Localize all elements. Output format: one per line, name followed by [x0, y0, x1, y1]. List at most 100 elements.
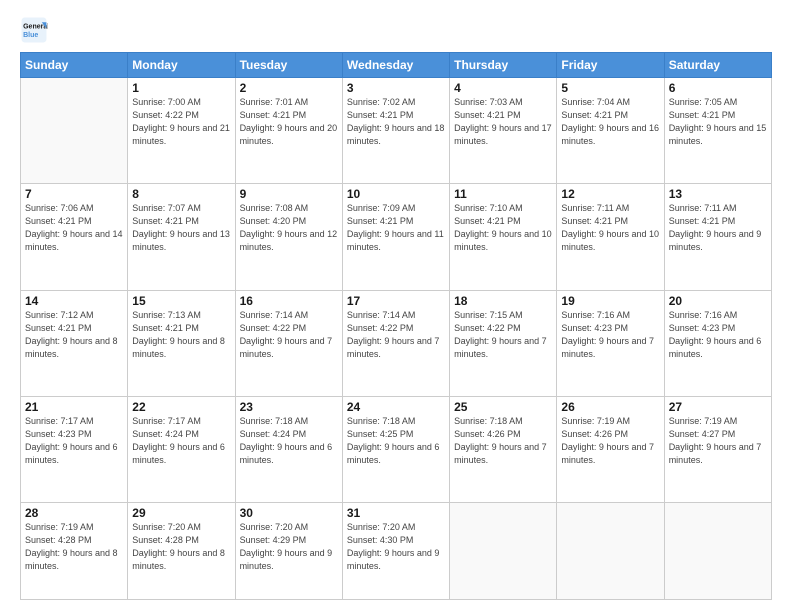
day-number: 7	[25, 187, 123, 201]
calendar-cell: 21Sunrise: 7:17 AMSunset: 4:23 PMDayligh…	[21, 396, 128, 502]
calendar-cell: 30Sunrise: 7:20 AMSunset: 4:29 PMDayligh…	[235, 503, 342, 600]
day-info: Sunrise: 7:19 AMSunset: 4:28 PMDaylight:…	[25, 521, 123, 573]
day-info: Sunrise: 7:02 AMSunset: 4:21 PMDaylight:…	[347, 96, 445, 148]
calendar-cell: 19Sunrise: 7:16 AMSunset: 4:23 PMDayligh…	[557, 290, 664, 396]
weekday-header: Sunday	[21, 53, 128, 78]
logo: General Blue	[20, 16, 48, 44]
calendar-week-row: 21Sunrise: 7:17 AMSunset: 4:23 PMDayligh…	[21, 396, 772, 502]
day-info: Sunrise: 7:16 AMSunset: 4:23 PMDaylight:…	[669, 309, 767, 361]
svg-text:Blue: Blue	[23, 32, 38, 39]
day-number: 8	[132, 187, 230, 201]
calendar-cell: 24Sunrise: 7:18 AMSunset: 4:25 PMDayligh…	[342, 396, 449, 502]
calendar-cell: 17Sunrise: 7:14 AMSunset: 4:22 PMDayligh…	[342, 290, 449, 396]
day-number: 22	[132, 400, 230, 414]
day-number: 18	[454, 294, 552, 308]
calendar-cell: 23Sunrise: 7:18 AMSunset: 4:24 PMDayligh…	[235, 396, 342, 502]
calendar-cell: 20Sunrise: 7:16 AMSunset: 4:23 PMDayligh…	[664, 290, 771, 396]
weekday-header: Saturday	[664, 53, 771, 78]
day-info: Sunrise: 7:06 AMSunset: 4:21 PMDaylight:…	[25, 202, 123, 254]
day-number: 19	[561, 294, 659, 308]
day-number: 15	[132, 294, 230, 308]
weekday-header: Monday	[128, 53, 235, 78]
day-info: Sunrise: 7:09 AMSunset: 4:21 PMDaylight:…	[347, 202, 445, 254]
weekday-header: Tuesday	[235, 53, 342, 78]
day-info: Sunrise: 7:08 AMSunset: 4:20 PMDaylight:…	[240, 202, 338, 254]
day-info: Sunrise: 7:03 AMSunset: 4:21 PMDaylight:…	[454, 96, 552, 148]
calendar-cell: 4Sunrise: 7:03 AMSunset: 4:21 PMDaylight…	[450, 78, 557, 184]
day-info: Sunrise: 7:20 AMSunset: 4:29 PMDaylight:…	[240, 521, 338, 573]
day-number: 20	[669, 294, 767, 308]
calendar-cell	[450, 503, 557, 600]
day-info: Sunrise: 7:18 AMSunset: 4:26 PMDaylight:…	[454, 415, 552, 467]
day-number: 11	[454, 187, 552, 201]
day-number: 25	[454, 400, 552, 414]
day-info: Sunrise: 7:07 AMSunset: 4:21 PMDaylight:…	[132, 202, 230, 254]
calendar-cell: 25Sunrise: 7:18 AMSunset: 4:26 PMDayligh…	[450, 396, 557, 502]
day-number: 17	[347, 294, 445, 308]
day-info: Sunrise: 7:18 AMSunset: 4:25 PMDaylight:…	[347, 415, 445, 467]
day-info: Sunrise: 7:19 AMSunset: 4:26 PMDaylight:…	[561, 415, 659, 467]
day-number: 26	[561, 400, 659, 414]
calendar-cell: 18Sunrise: 7:15 AMSunset: 4:22 PMDayligh…	[450, 290, 557, 396]
weekday-header: Friday	[557, 53, 664, 78]
calendar-cell	[21, 78, 128, 184]
calendar-cell	[557, 503, 664, 600]
day-info: Sunrise: 7:14 AMSunset: 4:22 PMDaylight:…	[240, 309, 338, 361]
day-number: 29	[132, 506, 230, 520]
day-info: Sunrise: 7:16 AMSunset: 4:23 PMDaylight:…	[561, 309, 659, 361]
day-number: 31	[347, 506, 445, 520]
calendar-week-row: 28Sunrise: 7:19 AMSunset: 4:28 PMDayligh…	[21, 503, 772, 600]
logo-icon: General Blue	[20, 16, 48, 44]
weekday-header: Wednesday	[342, 53, 449, 78]
day-info: Sunrise: 7:14 AMSunset: 4:22 PMDaylight:…	[347, 309, 445, 361]
day-info: Sunrise: 7:13 AMSunset: 4:21 PMDaylight:…	[132, 309, 230, 361]
day-info: Sunrise: 7:00 AMSunset: 4:22 PMDaylight:…	[132, 96, 230, 148]
calendar-cell: 6Sunrise: 7:05 AMSunset: 4:21 PMDaylight…	[664, 78, 771, 184]
calendar-cell: 1Sunrise: 7:00 AMSunset: 4:22 PMDaylight…	[128, 78, 235, 184]
calendar-week-row: 14Sunrise: 7:12 AMSunset: 4:21 PMDayligh…	[21, 290, 772, 396]
day-number: 6	[669, 81, 767, 95]
day-info: Sunrise: 7:11 AMSunset: 4:21 PMDaylight:…	[669, 202, 767, 254]
calendar-header-row: SundayMondayTuesdayWednesdayThursdayFrid…	[21, 53, 772, 78]
day-info: Sunrise: 7:19 AMSunset: 4:27 PMDaylight:…	[669, 415, 767, 467]
day-info: Sunrise: 7:17 AMSunset: 4:24 PMDaylight:…	[132, 415, 230, 467]
calendar-cell: 26Sunrise: 7:19 AMSunset: 4:26 PMDayligh…	[557, 396, 664, 502]
day-info: Sunrise: 7:18 AMSunset: 4:24 PMDaylight:…	[240, 415, 338, 467]
day-info: Sunrise: 7:11 AMSunset: 4:21 PMDaylight:…	[561, 202, 659, 254]
calendar-cell: 12Sunrise: 7:11 AMSunset: 4:21 PMDayligh…	[557, 184, 664, 290]
day-number: 27	[669, 400, 767, 414]
day-number: 5	[561, 81, 659, 95]
day-number: 28	[25, 506, 123, 520]
calendar-week-row: 7Sunrise: 7:06 AMSunset: 4:21 PMDaylight…	[21, 184, 772, 290]
calendar-cell: 28Sunrise: 7:19 AMSunset: 4:28 PMDayligh…	[21, 503, 128, 600]
calendar-cell: 27Sunrise: 7:19 AMSunset: 4:27 PMDayligh…	[664, 396, 771, 502]
calendar-cell: 10Sunrise: 7:09 AMSunset: 4:21 PMDayligh…	[342, 184, 449, 290]
day-info: Sunrise: 7:20 AMSunset: 4:28 PMDaylight:…	[132, 521, 230, 573]
day-number: 10	[347, 187, 445, 201]
day-info: Sunrise: 7:04 AMSunset: 4:21 PMDaylight:…	[561, 96, 659, 148]
day-number: 13	[669, 187, 767, 201]
calendar-cell: 22Sunrise: 7:17 AMSunset: 4:24 PMDayligh…	[128, 396, 235, 502]
calendar-cell: 15Sunrise: 7:13 AMSunset: 4:21 PMDayligh…	[128, 290, 235, 396]
calendar-cell: 7Sunrise: 7:06 AMSunset: 4:21 PMDaylight…	[21, 184, 128, 290]
day-number: 21	[25, 400, 123, 414]
calendar-cell	[664, 503, 771, 600]
calendar-cell: 5Sunrise: 7:04 AMSunset: 4:21 PMDaylight…	[557, 78, 664, 184]
calendar-cell: 31Sunrise: 7:20 AMSunset: 4:30 PMDayligh…	[342, 503, 449, 600]
calendar-cell: 11Sunrise: 7:10 AMSunset: 4:21 PMDayligh…	[450, 184, 557, 290]
calendar-cell: 8Sunrise: 7:07 AMSunset: 4:21 PMDaylight…	[128, 184, 235, 290]
day-number: 4	[454, 81, 552, 95]
calendar-cell: 14Sunrise: 7:12 AMSunset: 4:21 PMDayligh…	[21, 290, 128, 396]
calendar-cell: 3Sunrise: 7:02 AMSunset: 4:21 PMDaylight…	[342, 78, 449, 184]
header: General Blue	[20, 16, 772, 44]
day-number: 24	[347, 400, 445, 414]
day-number: 30	[240, 506, 338, 520]
calendar-cell: 9Sunrise: 7:08 AMSunset: 4:20 PMDaylight…	[235, 184, 342, 290]
day-number: 2	[240, 81, 338, 95]
day-number: 1	[132, 81, 230, 95]
calendar-cell: 2Sunrise: 7:01 AMSunset: 4:21 PMDaylight…	[235, 78, 342, 184]
page: General Blue SundayMondayTuesdayWednesda…	[0, 0, 792, 612]
day-info: Sunrise: 7:12 AMSunset: 4:21 PMDaylight:…	[25, 309, 123, 361]
day-info: Sunrise: 7:05 AMSunset: 4:21 PMDaylight:…	[669, 96, 767, 148]
day-info: Sunrise: 7:01 AMSunset: 4:21 PMDaylight:…	[240, 96, 338, 148]
